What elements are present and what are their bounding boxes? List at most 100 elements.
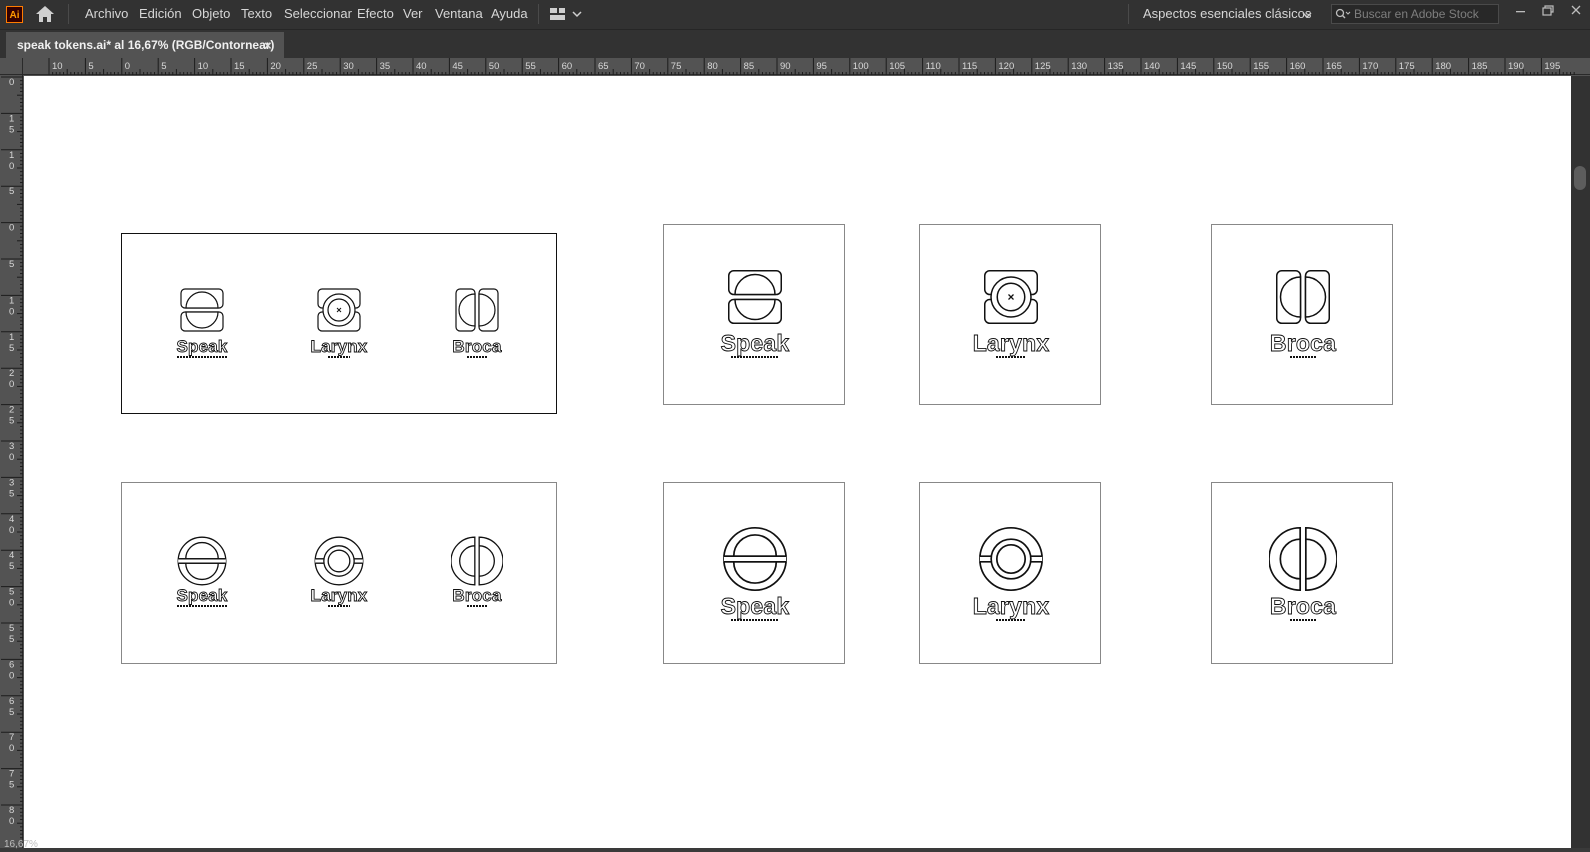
logo-speak: Speak bbox=[167, 535, 237, 607]
menu-separator bbox=[68, 4, 69, 24]
logo-tagline bbox=[177, 356, 227, 358]
menu-ver[interactable]: Ver bbox=[403, 6, 423, 22]
artboard-larynx-circle[interactable]: Larynx bbox=[919, 482, 1101, 664]
ruler-label: 15 bbox=[234, 61, 245, 72]
menu-separator bbox=[538, 4, 539, 24]
ruler-label: 135 bbox=[1108, 61, 1124, 72]
ruler-label: 5 bbox=[9, 124, 14, 135]
ruler-label: 3 bbox=[9, 477, 14, 488]
document-tab[interactable]: speak tokens.ai* al 16,67% (RGB/Contorne… bbox=[6, 32, 284, 59]
ruler-label: 1 bbox=[9, 332, 14, 343]
close-tab-icon[interactable]: × bbox=[264, 38, 272, 53]
restore-icon[interactable] bbox=[1534, 0, 1562, 22]
ruler-label: 105 bbox=[889, 61, 905, 72]
menu-objeto[interactable]: Objeto bbox=[192, 6, 230, 22]
vertical-scrollbar[interactable] bbox=[1571, 76, 1590, 852]
menu-ayuda[interactable]: Ayuda bbox=[491, 6, 528, 22]
stock-search-input[interactable] bbox=[1354, 5, 1494, 23]
ruler-label: 5 bbox=[9, 623, 14, 634]
artboard-broca-circle[interactable]: Broca bbox=[1211, 482, 1393, 664]
ruler-label: 155 bbox=[1253, 61, 1269, 72]
artboard-speak-rounded[interactable]: Speak bbox=[663, 224, 845, 405]
ruler-label: 2 bbox=[9, 368, 14, 379]
logo-tagline bbox=[731, 619, 779, 621]
document-tab-title: speak tokens.ai* al 16,67% (RGB/Contorne… bbox=[17, 38, 275, 52]
larynx-circle-symbol bbox=[978, 526, 1044, 592]
artboard-larynx-rounded[interactable]: Larynx bbox=[919, 224, 1101, 405]
ruler-label: 185 bbox=[1472, 61, 1488, 72]
logo-wordmark: Larynx bbox=[972, 330, 1050, 356]
menu-seleccionar[interactable]: Seleccionar bbox=[284, 6, 352, 22]
scrollbar-thumb[interactable] bbox=[1574, 166, 1586, 190]
ruler-label: 150 bbox=[1217, 61, 1233, 72]
logo-speak: Speak bbox=[695, 525, 815, 621]
menu-ventana[interactable]: Ventana bbox=[435, 6, 483, 22]
ruler-label: 5 bbox=[9, 343, 14, 354]
larynx-rounded-symbol bbox=[317, 288, 361, 332]
ruler-label: 5 bbox=[9, 780, 14, 791]
ruler-label: 3 bbox=[9, 441, 14, 452]
ruler-label: 0 bbox=[9, 223, 14, 234]
logo-tagline bbox=[731, 356, 779, 358]
artboard-speak-circle[interactable]: Speak bbox=[663, 482, 845, 664]
ruler-label: 160 bbox=[1290, 61, 1306, 72]
artboard-row2-combined[interactable]: Speak Larynx Broca bbox=[121, 482, 557, 664]
broca-rounded-symbol bbox=[1276, 270, 1330, 324]
vertical-ruler[interactable]: 01510505101520253035404550556065707580 bbox=[0, 75, 23, 852]
canvas[interactable]: Speak Larynx Broca Speak Larynx Broca Sp… bbox=[24, 76, 1571, 852]
ruler-label: 10 bbox=[198, 61, 209, 72]
ruler-label: 50 bbox=[489, 61, 500, 72]
logo-wordmark: Speak bbox=[720, 593, 790, 619]
arrange-documents-button[interactable] bbox=[549, 6, 585, 22]
menu-separator bbox=[1128, 4, 1129, 24]
ruler-label: 5 bbox=[9, 634, 14, 645]
speak-rounded-symbol bbox=[180, 288, 224, 332]
ruler-label: 85 bbox=[744, 61, 755, 72]
ruler-label: 95 bbox=[816, 61, 827, 72]
logo-wordmark: Broca bbox=[452, 337, 502, 356]
logo-larynx: Larynx bbox=[951, 267, 1071, 358]
zoom-level[interactable]: 16,67% bbox=[4, 840, 38, 850]
home-icon[interactable] bbox=[34, 4, 56, 24]
ruler-label: 5 bbox=[9, 587, 14, 598]
logo-tagline bbox=[177, 605, 227, 607]
artboard-broca-rounded[interactable]: Broca bbox=[1211, 224, 1393, 405]
minimize-icon[interactable] bbox=[1506, 0, 1534, 22]
ruler-label: 165 bbox=[1326, 61, 1342, 72]
larynx-circle-symbol bbox=[314, 536, 364, 586]
ruler-label: 5 bbox=[9, 416, 14, 427]
logo-wordmark: Broca bbox=[1269, 330, 1337, 356]
ruler-label: 5 bbox=[9, 488, 14, 499]
logo-wordmark: Larynx bbox=[310, 337, 368, 356]
adobe-stock-search[interactable] bbox=[1331, 4, 1499, 24]
broca-rounded-symbol bbox=[455, 288, 499, 332]
ruler-label: 10 bbox=[52, 61, 63, 72]
menu-archivo[interactable]: Archivo bbox=[85, 6, 128, 22]
logo-larynx: Larynx bbox=[951, 525, 1071, 621]
ruler-label: 5 bbox=[161, 61, 166, 72]
logo-tagline bbox=[328, 605, 350, 607]
menu-efecto[interactable]: Efecto bbox=[357, 6, 394, 22]
logo-tagline bbox=[467, 356, 487, 358]
ruler-label: 180 bbox=[1435, 61, 1451, 72]
ruler-label: 195 bbox=[1544, 61, 1560, 72]
chevron-down-icon[interactable] bbox=[1302, 8, 1312, 18]
ruler-label: 65 bbox=[598, 61, 609, 72]
artboard-row1-combined[interactable]: Speak Larynx Broca bbox=[121, 233, 557, 414]
menu-edicion[interactable]: Edición bbox=[139, 6, 182, 22]
close-window-icon[interactable] bbox=[1562, 0, 1590, 22]
illustrator-logo: Ai bbox=[6, 6, 23, 23]
logo-wordmark: Larynx bbox=[310, 586, 368, 605]
horizontal-ruler[interactable]: 10 5 0 5 10 15 20 25 30 35 40 45 50 55 60 65 70 75 80 85 90 9… bbox=[0, 58, 1590, 75]
ruler-label: 6 bbox=[9, 696, 14, 707]
logo-speak: Speak bbox=[167, 286, 237, 358]
logo-tagline bbox=[1290, 356, 1316, 358]
ruler-label: 25 bbox=[307, 61, 318, 72]
workspace-switcher[interactable]: Aspectos esenciales clásicos bbox=[1143, 6, 1311, 22]
ruler-label: 5 bbox=[88, 61, 93, 72]
logo-tagline bbox=[1290, 619, 1316, 621]
ruler-origin[interactable] bbox=[0, 58, 23, 75]
menu-texto[interactable]: Texto bbox=[241, 6, 272, 22]
ruler-label: 4 bbox=[9, 514, 14, 525]
ruler-label: 115 bbox=[962, 61, 977, 72]
